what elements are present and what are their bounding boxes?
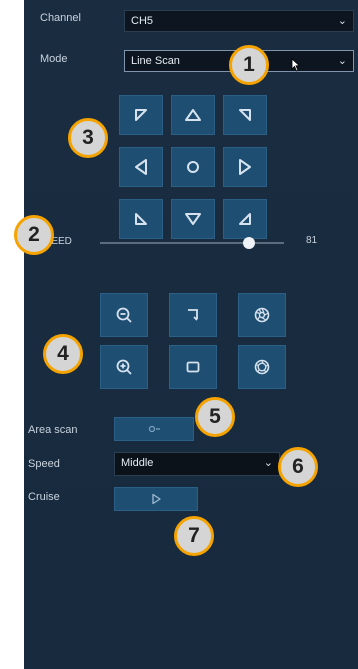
arrow-up-icon <box>185 109 201 121</box>
ptz-speed-value: 81 <box>306 235 318 246</box>
speed-label: Speed <box>28 458 60 470</box>
focus-far-icon <box>186 361 200 373</box>
iris-close-button[interactable] <box>238 293 286 337</box>
speed-value: Middle <box>121 457 154 469</box>
arrow-down-left-icon <box>135 213 147 225</box>
chevron-down-icon: ⌄ <box>263 457 273 469</box>
chevron-down-icon: ⌄ <box>337 55 347 67</box>
focus-near-button[interactable] <box>169 293 217 337</box>
focus-near-icon <box>188 309 198 321</box>
area-scan-button[interactable] <box>114 417 194 441</box>
play-icon <box>152 493 161 505</box>
zoom-in-icon <box>116 359 132 375</box>
pan-up-left-button[interactable] <box>119 95 163 135</box>
area-scan-label: Area scan <box>28 424 78 436</box>
arrow-up-right-icon <box>239 109 251 121</box>
tilt-up-button[interactable] <box>171 95 215 135</box>
arrow-down-right-icon <box>239 213 251 225</box>
arrow-up-left-icon <box>135 109 147 121</box>
arrow-right-icon <box>239 159 251 175</box>
callout-badge-4: 4 <box>43 334 83 374</box>
pan-up-right-button[interactable] <box>223 95 267 135</box>
ptz-speed-slider[interactable] <box>100 242 284 244</box>
callout-badge-6: 6 <box>278 447 318 487</box>
mouse-cursor-icon <box>291 58 301 72</box>
circle-home-icon <box>187 161 199 173</box>
ptz-home-button[interactable] <box>171 147 215 187</box>
arrow-down-icon <box>185 213 201 225</box>
callout-badge-1: 1 <box>229 45 269 85</box>
callout-badge-7: 7 <box>174 516 214 556</box>
pan-right-button[interactable] <box>223 147 267 187</box>
channel-value: CH5 <box>131 15 154 27</box>
callout-badge-3: 3 <box>68 118 108 158</box>
iris-close-icon <box>254 307 270 323</box>
iris-open-icon <box>254 359 270 375</box>
callout-badge-2: 2 <box>14 215 54 255</box>
speed-select[interactable]: Middle ⌄ <box>114 452 280 476</box>
callout-badge-5: 5 <box>195 397 235 437</box>
tilt-down-button[interactable] <box>171 199 215 239</box>
channel-label: Channel <box>40 12 81 24</box>
ptz-speed-slider-handle[interactable] <box>243 237 256 249</box>
cruise-play-button[interactable] <box>114 487 198 511</box>
arrow-left-icon <box>135 159 147 175</box>
mode-label: Mode <box>40 53 68 65</box>
mode-value: Line Scan <box>131 55 180 67</box>
zoom-in-button[interactable] <box>100 345 148 389</box>
cruise-label: Cruise <box>28 491 60 503</box>
zoom-out-icon <box>116 307 132 323</box>
zoom-out-button[interactable] <box>100 293 148 337</box>
focus-far-button[interactable] <box>169 345 217 389</box>
pan-down-left-button[interactable] <box>119 199 163 239</box>
chevron-down-icon: ⌄ <box>337 15 347 27</box>
channel-select[interactable]: CH5 ⌄ <box>124 10 354 32</box>
iris-open-button[interactable] <box>238 345 286 389</box>
pan-down-right-button[interactable] <box>223 199 267 239</box>
area-scan-icon <box>148 425 160 433</box>
pan-left-button[interactable] <box>119 147 163 187</box>
